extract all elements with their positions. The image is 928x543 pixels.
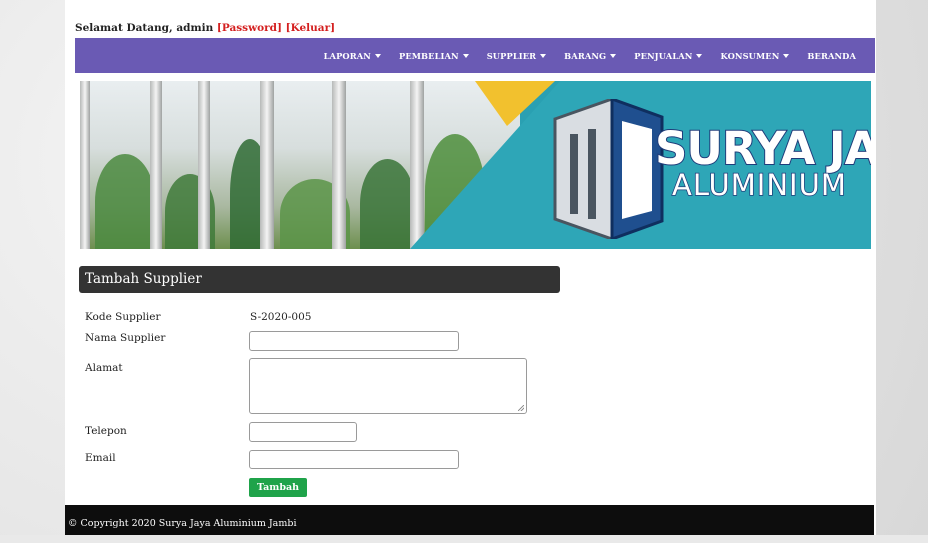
- form-title: Tambah Supplier: [79, 266, 560, 293]
- telepon-label: Telepon: [85, 425, 127, 437]
- chevron-down-icon: [374, 54, 381, 58]
- nama-supplier-input[interactable]: [249, 331, 459, 351]
- tambah-button[interactable]: Tambah: [249, 478, 307, 497]
- main-navbar: LAPORAN PEMBELIAN SUPPLIER BARANG PENJUALAN K…: [75, 38, 875, 73]
- brand-subtitle: ALUMINIUM: [671, 168, 847, 202]
- window-logo-icon: [553, 99, 664, 239]
- greeting-text: Selamat Datang, admin: [75, 22, 214, 34]
- telepon-input[interactable]: [249, 422, 357, 442]
- nav-item-barang[interactable]: BARANG: [555, 51, 625, 61]
- nav-item-konsumen[interactable]: KONSUMEN: [711, 51, 798, 61]
- chevron-down-icon: [462, 54, 469, 58]
- nav-item-laporan[interactable]: LAPORAN: [315, 51, 390, 61]
- nama-supplier-label: Nama Supplier: [85, 332, 166, 344]
- email-label: Email: [85, 452, 116, 464]
- alamat-label: Alamat: [85, 362, 123, 374]
- email-input[interactable]: [249, 450, 459, 469]
- logout-link[interactable]: [Keluar]: [286, 22, 335, 34]
- nav-item-penjualan[interactable]: PENJUALAN: [625, 51, 711, 61]
- chevron-down-icon: [610, 54, 617, 58]
- password-link[interactable]: [Password]: [217, 22, 282, 34]
- nav-item-label: SUPPLIER: [486, 50, 537, 61]
- nav-item-supplier[interactable]: SUPPLIER: [478, 51, 555, 61]
- nav-item-pembelian[interactable]: PEMBELIAN: [390, 51, 478, 61]
- footer: © Copyright 2020 Surya Jaya Aluminium Ja…: [65, 505, 874, 535]
- chevron-down-icon: [540, 54, 547, 58]
- kode-supplier-label: Kode Supplier: [85, 311, 161, 323]
- kode-supplier-value: S-2020-005: [250, 311, 312, 323]
- greeting-bar: Selamat Datang, admin [Password] [Keluar…: [75, 22, 335, 34]
- brand-name: SURYA JAYA: [654, 122, 871, 175]
- chevron-down-icon: [696, 54, 703, 58]
- nav-item-label: KONSUMEN: [720, 50, 780, 61]
- nav-menu: LAPORAN PEMBELIAN SUPPLIER BARANG PENJUALAN K…: [315, 38, 865, 73]
- nav-item-label: LAPORAN: [323, 50, 371, 61]
- nav-item-label: BARANG: [564, 50, 607, 61]
- footer-copyright: © Copyright 2020 Surya Jaya Aluminium Ja…: [68, 518, 297, 529]
- nav-item-label: BERANDA: [807, 50, 856, 61]
- nav-item-beranda[interactable]: BERANDA: [798, 51, 865, 61]
- nav-item-label: PEMBELIAN: [398, 50, 459, 61]
- chevron-down-icon: [783, 54, 790, 58]
- header-banner: SURYA JAYA ALUMINIUM: [80, 81, 871, 249]
- nav-item-label: PENJUALAN: [634, 50, 693, 61]
- alamat-textarea[interactable]: [249, 358, 527, 414]
- resize-handle-icon[interactable]: [518, 405, 524, 411]
